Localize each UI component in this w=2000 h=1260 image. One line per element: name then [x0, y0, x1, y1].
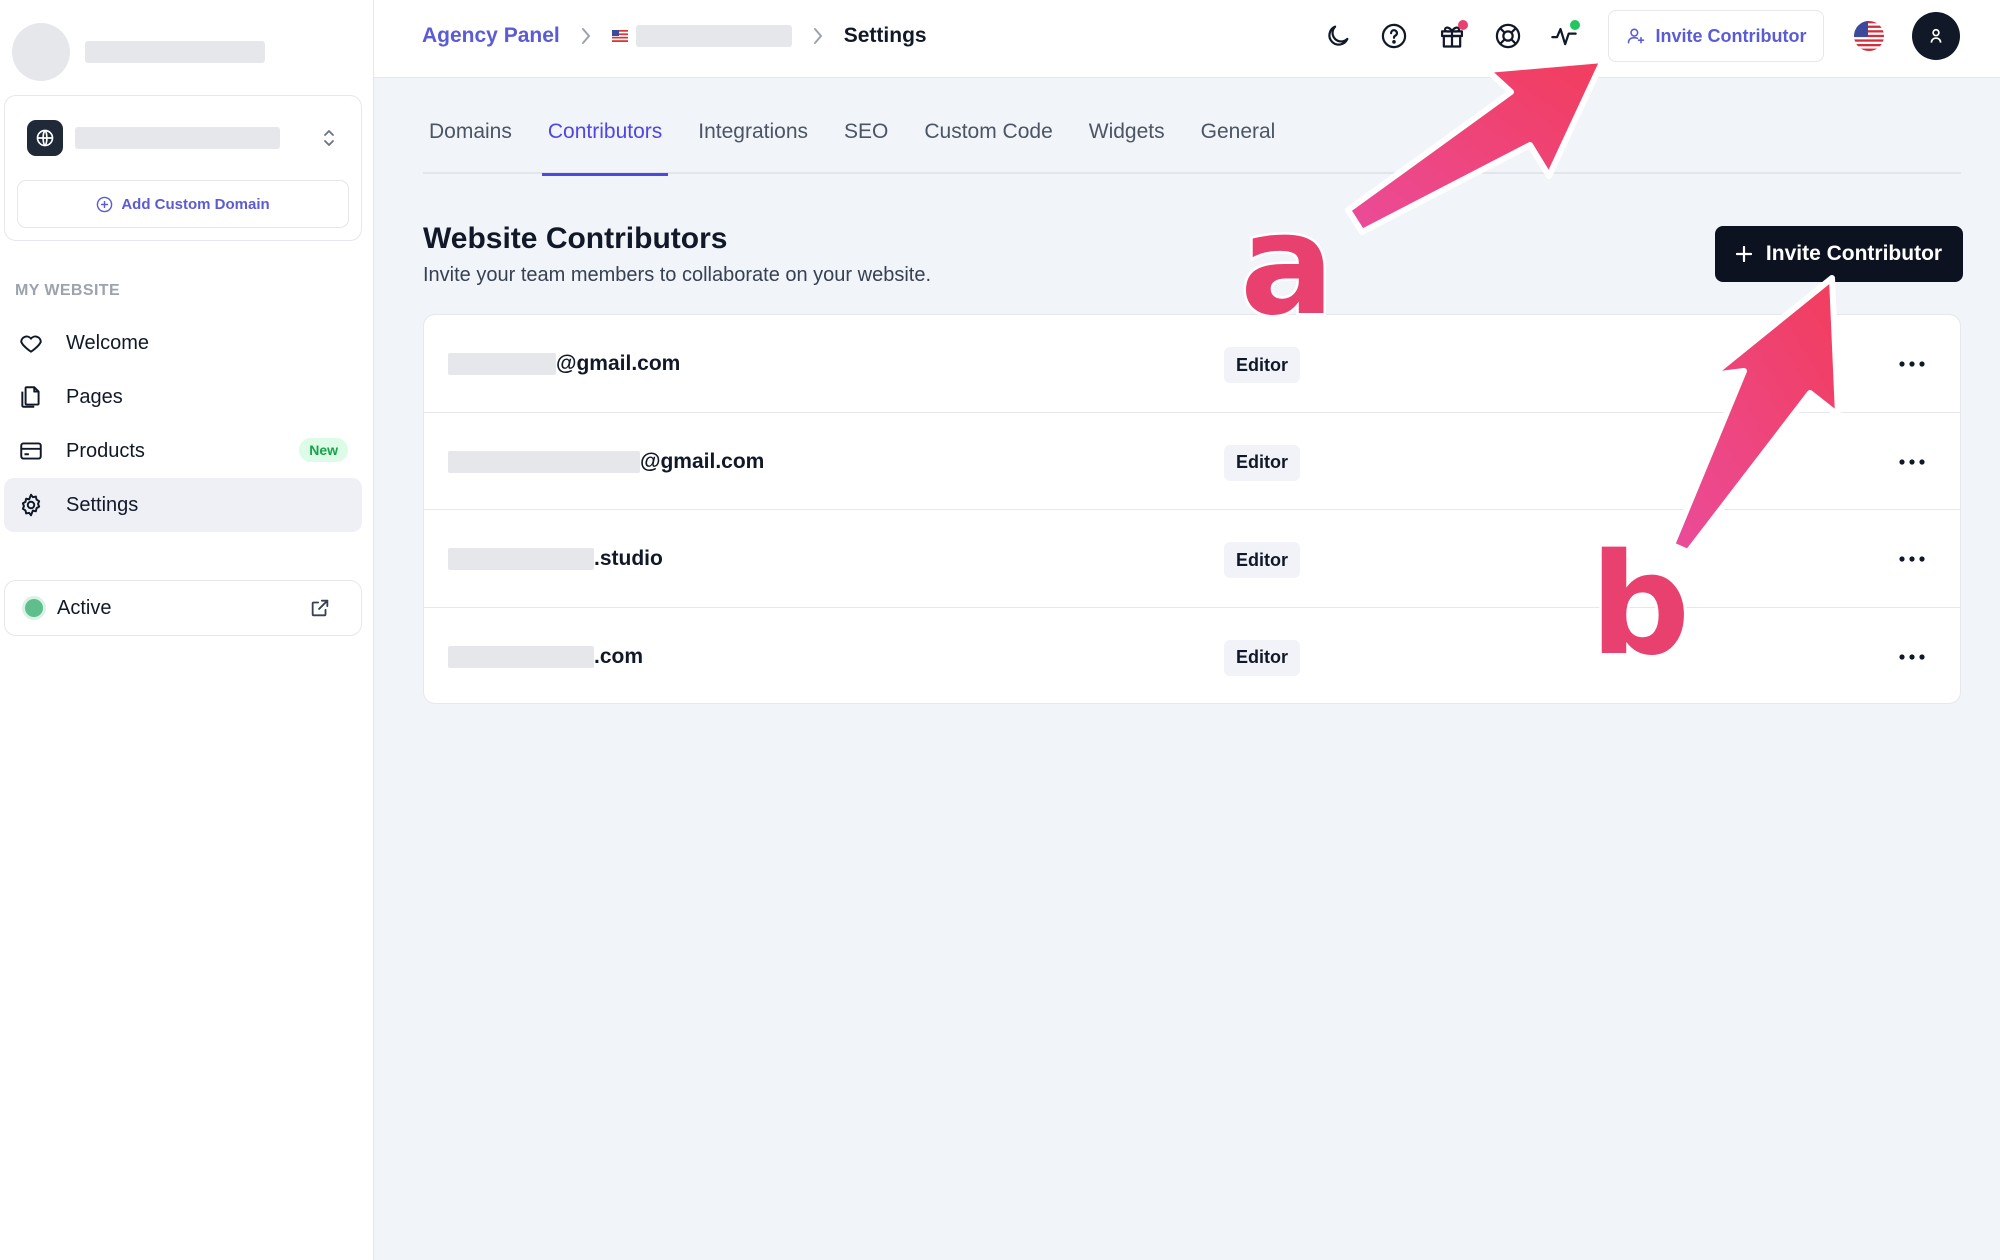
pages-icon — [16, 382, 46, 412]
add-custom-domain-label: Add Custom Domain — [121, 195, 270, 213]
contributor-email: .com — [448, 644, 643, 670]
email-suffix: @gmail.com — [556, 352, 681, 375]
activity-icon[interactable] — [1546, 18, 1582, 54]
external-link-icon[interactable] — [309, 597, 331, 625]
moon-icon[interactable] — [1320, 18, 1356, 54]
website-switcher-card: Add Custom Domain — [4, 95, 362, 241]
invite-contributor-top-label: Invite Contributor — [1655, 25, 1807, 46]
website-selector[interactable] — [27, 120, 345, 156]
sidebar-item-pages[interactable]: Pages — [4, 370, 362, 424]
email-suffix: @gmail.com — [640, 449, 765, 473]
contributor-email: @gmail.com — [448, 449, 764, 475]
profile-name-redacted — [85, 41, 265, 63]
more-actions-icon[interactable] — [1892, 544, 1932, 574]
language-flag-icon[interactable] — [1854, 21, 1884, 51]
settings-tabs: Domains Contributors Integrations SEO Cu… — [423, 100, 1961, 176]
breadcrumb-current: Settings — [843, 24, 927, 47]
user-avatar[interactable] — [1912, 12, 1960, 60]
top-bar: Agency Panel Settings Invite Contributor — [374, 0, 2000, 78]
us-flag-icon — [611, 30, 628, 42]
sidebar-item-products[interactable]: Products New — [4, 424, 362, 478]
role-badge: Editor — [1224, 444, 1300, 481]
help-icon[interactable] — [1376, 18, 1412, 54]
role-badge: Editor — [1224, 347, 1300, 383]
tab-general[interactable]: General — [1195, 100, 1282, 174]
contributor-email: @gmail.com — [448, 351, 680, 377]
table-row: @gmail.com Editor — [424, 315, 1960, 413]
section-label-my-website: MY WEBSITE — [15, 282, 121, 299]
invite-contributor-button[interactable]: Invite Contributor — [1715, 226, 1963, 282]
sidebar-item-label: Settings — [66, 493, 139, 516]
invite-contributor-label: Invite Contributor — [1765, 242, 1943, 265]
breadcrumb-website-redacted[interactable] — [635, 25, 792, 47]
add-custom-domain-button[interactable]: Add Custom Domain — [17, 180, 349, 228]
status-label: Active — [57, 596, 112, 619]
annotation-label-b: b — [1587, 524, 1692, 687]
page-subtitle: Invite your team members to collaborate … — [423, 264, 932, 286]
email-redacted — [448, 353, 556, 375]
plus-circle-icon — [97, 196, 113, 212]
profile-avatar[interactable] — [12, 23, 70, 81]
more-actions-icon[interactable] — [1892, 642, 1932, 672]
email-suffix: .com — [594, 644, 644, 668]
role-badge: Editor — [1224, 639, 1300, 676]
breadcrumb-agency-panel[interactable]: Agency Panel — [422, 24, 560, 48]
new-badge: New — [299, 438, 348, 462]
gift-icon[interactable] — [1434, 18, 1470, 54]
gift-notification-dot — [1458, 20, 1468, 30]
sidebar-item-label: Welcome — [66, 331, 149, 354]
chevron-updown-icon[interactable] — [319, 124, 339, 152]
tab-seo[interactable]: SEO — [838, 100, 894, 174]
tab-domains[interactable]: Domains — [423, 100, 518, 174]
tab-integrations[interactable]: Integrations — [692, 100, 814, 174]
annotation-label-a: a — [1237, 184, 1337, 347]
tab-widgets[interactable]: Widgets — [1083, 100, 1171, 174]
sidebar-item-label: Products — [66, 439, 145, 462]
activity-notification-dot — [1570, 20, 1580, 30]
breadcrumb: Agency Panel Settings — [422, 0, 927, 72]
site-status-card[interactable]: Active — [4, 580, 362, 636]
sidebar: Add Custom Domain MY WEBSITE Welcome Pag… — [0, 0, 374, 1260]
table-row: .studio Editor — [424, 510, 1960, 608]
table-row: .com Editor — [424, 608, 1960, 704]
website-name-redacted — [75, 127, 280, 149]
status-dot — [25, 599, 43, 617]
invite-contributor-top-button[interactable]: Invite Contributor — [1608, 10, 1824, 62]
sidebar-item-settings[interactable]: Settings — [4, 478, 362, 532]
profile-header[interactable] — [12, 22, 362, 82]
email-suffix: .studio — [594, 547, 663, 570]
email-redacted — [448, 645, 594, 668]
sidebar-nav: Welcome Pages Products New Settings — [4, 316, 362, 532]
table-row: @gmail.com Editor — [424, 413, 1960, 510]
user-plus-icon — [1627, 28, 1644, 44]
more-actions-icon[interactable] — [1892, 349, 1932, 379]
tab-contributors[interactable]: Contributors — [541, 100, 669, 176]
heart-icon — [16, 328, 46, 358]
email-redacted — [448, 548, 594, 570]
sidebar-item-welcome[interactable]: Welcome — [4, 316, 362, 370]
page-title: Website Contributors — [423, 222, 728, 255]
email-redacted — [448, 450, 640, 473]
more-actions-icon[interactable] — [1892, 447, 1932, 477]
plus-icon — [1735, 246, 1752, 262]
contributor-email: .studio — [448, 546, 663, 572]
card-icon — [16, 436, 46, 466]
lifebuoy-icon[interactable] — [1490, 18, 1526, 54]
role-badge: Editor — [1224, 542, 1300, 578]
tab-custom-code[interactable]: Custom Code — [918, 100, 1058, 174]
sidebar-item-label: Pages — [66, 385, 123, 408]
contributors-list: @gmail.com Editor @gmail.com Editor .stu… — [423, 314, 1961, 704]
gear-icon — [16, 490, 46, 520]
chevron-right-icon — [580, 27, 592, 45]
globe-icon — [27, 120, 63, 156]
chevron-right-icon — [812, 27, 824, 45]
